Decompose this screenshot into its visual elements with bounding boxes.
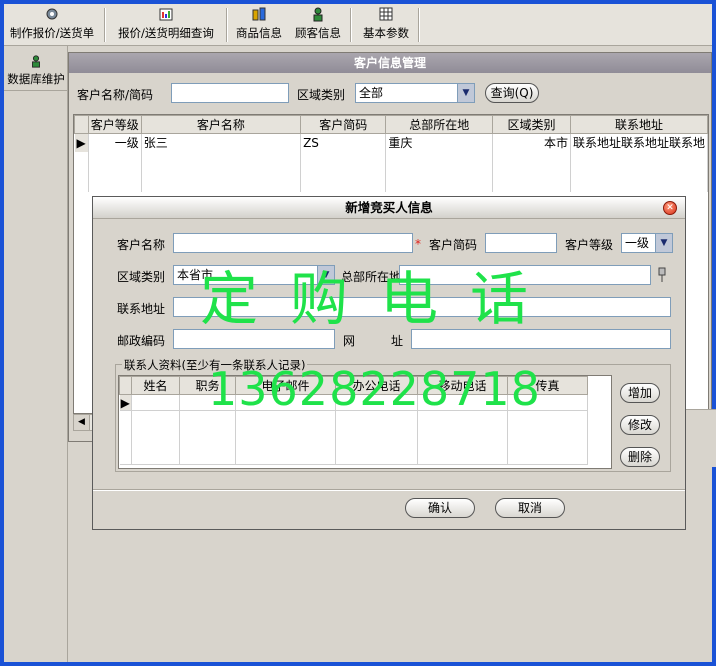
goods-icon [251, 6, 267, 22]
table-cell[interactable]: 张三 [141, 133, 302, 152]
user-icon [29, 54, 43, 71]
goods-info-label: 商品信息 [236, 26, 282, 40]
dialog-divider [93, 489, 685, 491]
delete-contact-button[interactable]: 删除 [620, 447, 660, 467]
add-contact-button[interactable]: 增加 [620, 383, 660, 403]
grid-icon [378, 6, 394, 22]
toolbar-divider [226, 8, 228, 42]
column-header[interactable]: 总部所在地 [385, 115, 493, 134]
customer-icon [310, 6, 326, 22]
region-filter-select[interactable]: 全部 ▼ [355, 83, 475, 103]
toolbar-divider [418, 8, 420, 42]
database-maintenance-item[interactable]: 数据库维护 [4, 54, 68, 87]
table-header-row: 客户等级 客户名称 客户简码 总部所在地 区域类别 联系地址 [74, 115, 708, 134]
left-panel: 数据库维护 [4, 46, 68, 662]
cancel-button[interactable]: 取消 [495, 498, 565, 518]
chevron-down-icon[interactable]: ▼ [457, 84, 474, 102]
watermark-order-hotline: 定购电话 [200, 265, 561, 333]
customer-name-search-input[interactable] [171, 83, 289, 103]
basic-params-button[interactable]: 基本参数 [356, 6, 416, 44]
left-panel-divider [4, 90, 68, 91]
table-cell[interactable]: 一级 [88, 133, 142, 152]
table-row [74, 151, 708, 192]
scroll-left-icon[interactable]: ◀ [74, 415, 90, 430]
database-maintenance-label: 数据库维护 [7, 72, 65, 86]
toolbar-divider [104, 8, 106, 42]
column-header[interactable]: 联系地址 [569, 115, 708, 134]
background-window-edge [686, 409, 716, 467]
goods-info-button[interactable]: 商品信息 [232, 6, 286, 44]
region-filter-value: 全部 [359, 86, 384, 100]
quote-detail-query-button[interactable]: 报价/送货明细查询 [110, 6, 222, 44]
dialog-title-text: 新增竞买人信息 [345, 200, 433, 215]
toolbar-divider [350, 8, 352, 42]
close-icon[interactable]: ✕ [663, 201, 677, 215]
region-filter-label: 区域类别 [297, 88, 346, 102]
short-code-input[interactable] [485, 233, 557, 253]
quote-detail-query-label: 报价/送货明细查询 [118, 26, 214, 40]
customer-info-label: 顾客信息 [295, 26, 341, 40]
table-cell[interactable]: ZS [300, 133, 387, 152]
confirm-button[interactable]: 确认 [405, 498, 475, 518]
table-row [119, 410, 588, 465]
basic-params-label: 基本参数 [363, 26, 409, 40]
dialog-title: 新增竞买人信息 ✕ [93, 197, 685, 219]
column-header[interactable]: 客户名称 [140, 115, 302, 134]
customer-info-button[interactable]: 顾客信息 [290, 6, 346, 44]
make-quote-button[interactable]: 制作报价/送货单 [4, 6, 100, 44]
table-row[interactable]: ▶ 一级 张三 ZS 重庆 本市 联系地址联系地址联系地 [74, 133, 708, 152]
table-cell[interactable]: 本市 [492, 133, 571, 152]
customer-name-search-label: 客户名称/简码 [77, 88, 154, 102]
level-select[interactable]: 一级 ▼ [621, 233, 673, 253]
query-button[interactable]: 查询(Q) [485, 83, 539, 103]
gear-icon [44, 6, 60, 22]
column-header[interactable]: 区域类别 [492, 115, 571, 134]
column-header[interactable]: 客户等级 [87, 115, 142, 134]
region-label: 区域类别 [117, 270, 166, 284]
customer-window-title: 客户信息管理 [69, 53, 711, 73]
short-code-label: 客户简码 [429, 238, 478, 252]
make-quote-label: 制作报价/送货单 [9, 26, 95, 40]
column-header[interactable]: 姓名 [131, 376, 180, 395]
chevron-down-icon[interactable]: ▼ [655, 234, 672, 252]
pin-icon[interactable] [657, 267, 667, 286]
required-mark: * [415, 237, 421, 251]
table-cell[interactable]: 联系地址联系地址联系地 [570, 133, 708, 152]
edit-contact-button[interactable]: 修改 [620, 415, 660, 435]
level-value: 一级 [625, 236, 650, 250]
customer-name-label: 客户名称 [117, 238, 166, 252]
main-toolbar: 制作报价/送货单 报价/送货明细查询 商品信息 顾客信息 基本参数 [4, 4, 712, 46]
address-label: 联系地址 [117, 302, 166, 316]
customer-name-input[interactable] [173, 233, 413, 253]
postcode-label: 邮政编码 [117, 334, 166, 348]
watermark-phone-number: 13628228718 [208, 362, 541, 416]
app-window: 制作报价/送货单 报价/送货明细查询 商品信息 顾客信息 基本参数 数据库维护 … [4, 4, 716, 662]
level-label: 客户等级 [565, 238, 614, 252]
row-pointer-icon: ▶ [74, 133, 89, 152]
search-bar: 客户名称/简码 区域类别 全部 ▼ 查询(Q) [77, 83, 707, 107]
table-cell[interactable]: 重庆 [385, 133, 493, 152]
column-header[interactable]: 客户简码 [300, 115, 387, 134]
row-pointer-icon: ▶ [119, 394, 132, 411]
row-indicator-header [119, 376, 132, 395]
report-icon [158, 6, 174, 22]
row-indicator-header [74, 115, 89, 134]
